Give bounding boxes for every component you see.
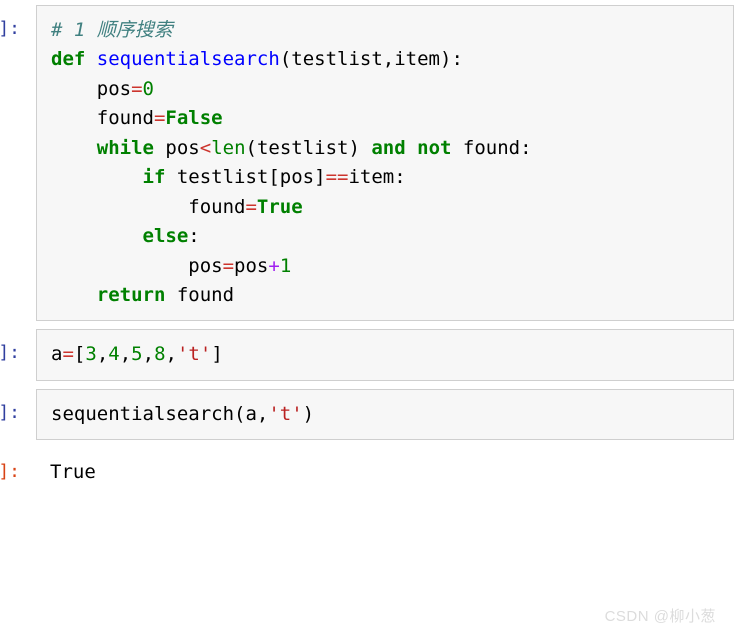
input-area-3[interactable]: sequentialsearch(a,'t') bbox=[36, 389, 734, 440]
code-cell-1: ]: # 1 顺序搜索 def sequentialsearch(testlis… bbox=[0, 5, 734, 321]
code-content-3: sequentialsearch(a,'t') bbox=[51, 400, 719, 429]
input-prompt-2: ]: bbox=[0, 329, 26, 380]
code-content-1: # 1 顺序搜索 def sequentialsearch(testlist,i… bbox=[51, 16, 719, 310]
code-content-2: a=[3,4,5,8,'t'] bbox=[51, 340, 719, 369]
input-prompt-3: ]: bbox=[0, 389, 26, 440]
output-cell-4: ]: True bbox=[0, 448, 734, 497]
output-prompt-4: ]: bbox=[0, 448, 26, 497]
output-content-4: True bbox=[50, 458, 720, 487]
input-prompt-1: ]: bbox=[0, 5, 26, 321]
input-area-2[interactable]: a=[3,4,5,8,'t'] bbox=[36, 329, 734, 380]
input-area-1[interactable]: # 1 顺序搜索 def sequentialsearch(testlist,i… bbox=[36, 5, 734, 321]
output-area-4: True bbox=[36, 448, 734, 497]
code-cell-3: ]: sequentialsearch(a,'t') bbox=[0, 389, 734, 440]
code-cell-2: ]: a=[3,4,5,8,'t'] bbox=[0, 329, 734, 380]
watermark: CSDN @柳小葱 bbox=[605, 605, 716, 628]
